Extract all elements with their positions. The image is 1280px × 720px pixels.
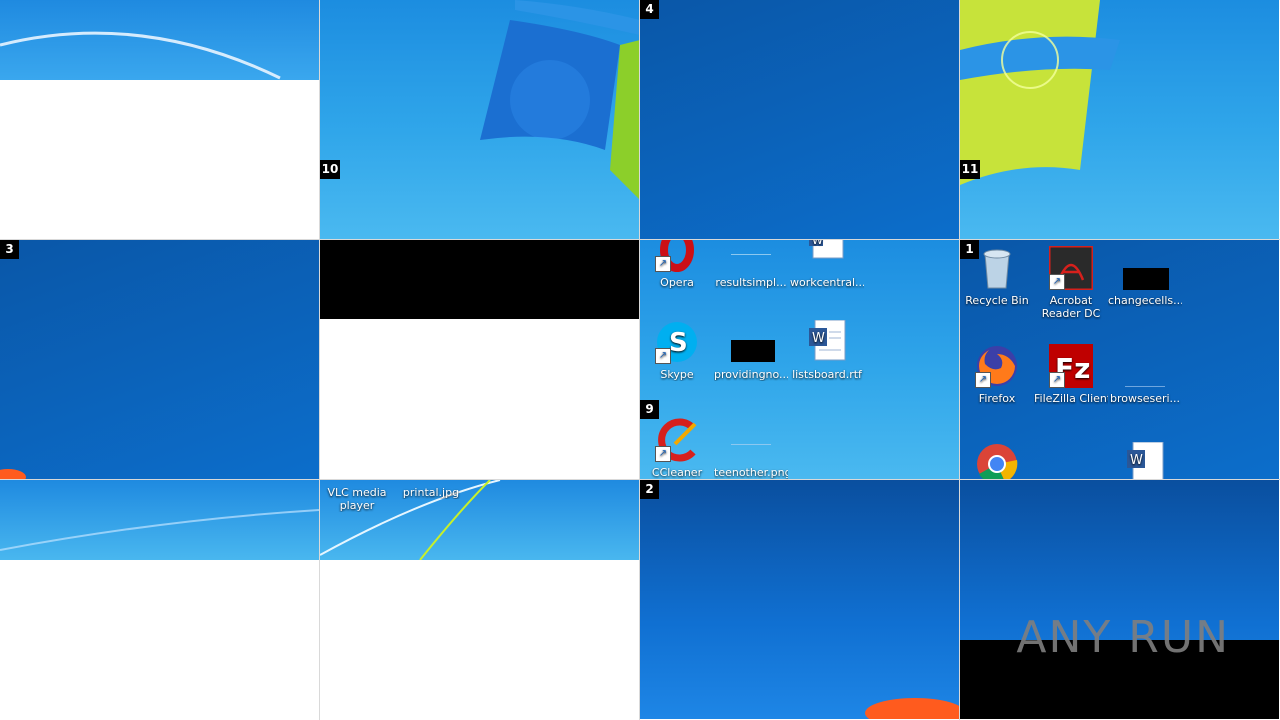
tile-r3c1 (0, 480, 319, 719)
svg-text:W: W (812, 240, 823, 247)
icon-label: FileZilla Client (1034, 392, 1108, 405)
desktop-icon-workcentral[interactable]: W workcentral.... (790, 240, 864, 289)
desktop-icon-vlc[interactable]: VLC media player (320, 486, 394, 512)
start-orb-fragment (865, 698, 959, 719)
desktop-icon-skype[interactable]: S ↗ Skype (640, 320, 714, 381)
desktop-icon-acrobat-reader[interactable]: ↗ Acrobat Reader DC (1034, 244, 1108, 320)
icon-label: Opera (660, 276, 694, 289)
black-region (320, 240, 639, 319)
screen-number-badge: 10 (320, 160, 340, 179)
icon-label: changecells... (1108, 294, 1182, 307)
tile-r1c2: 10 (320, 0, 639, 239)
tile-r2c2 (320, 240, 639, 479)
icon-label: Acrobat Reader DC (1041, 294, 1101, 320)
windows-logo-graphic (960, 0, 1120, 185)
anyrun-watermark: ANY RUN (1016, 612, 1230, 663)
desktop-wallpaper-strip (0, 480, 319, 560)
tile-r3c4 (960, 480, 1279, 719)
shortcut-arrow-icon: ↗ (1049, 274, 1065, 290)
shortcut-arrow-icon: ↗ (655, 348, 671, 364)
desktop-wallpaper-strip: VLC media player printal.jpg (320, 480, 639, 560)
desktop-icon-filezilla[interactable]: Fz ↗ FileZilla Client (1034, 344, 1108, 405)
desktop-icon-ccleaner[interactable]: ↗ CCleaner (640, 418, 714, 479)
tile-r2c1: 3 (0, 240, 319, 479)
icon-label: VLC media player (327, 486, 387, 512)
tile-r2c4: 1 Recycle Bin ↗ Acrobat Reader DC change… (960, 240, 1279, 479)
screen-number-badge: 4 (640, 0, 659, 19)
icon-label: resultsimpl... (715, 276, 787, 289)
shortcut-arrow-icon: ↗ (655, 446, 671, 462)
tile-r2c3: ↗ Opera resultsimpl... W workcentral....… (640, 240, 959, 479)
shortcut-arrow-icon: ↗ (975, 372, 991, 388)
tile-r1c3: 4 (640, 0, 959, 239)
icon-label: workcentral.... (790, 276, 864, 289)
screen-number-badge: 2 (640, 480, 659, 499)
tile-r3c2: VLC media player printal.jpg (320, 480, 639, 719)
svg-text:W: W (812, 331, 825, 346)
icon-label: listsboard.rtf (792, 368, 862, 381)
desktop-icon-firefox[interactable]: ↗ Firefox (960, 344, 1034, 405)
icon-label: CCleaner (651, 466, 703, 479)
desktop-icon-resultsimpl[interactable]: resultsimpl... (714, 240, 788, 289)
icon-label: teenother.png (714, 466, 788, 479)
start-orb-fragment (0, 469, 26, 479)
svg-text:W: W (1130, 453, 1143, 468)
tile-r1c4: 11 (960, 0, 1279, 239)
tile-r1c1 (0, 0, 319, 239)
desktop-icon-chrome[interactable] (960, 442, 1034, 479)
shortcut-arrow-icon: ↗ (655, 256, 671, 272)
shortcut-arrow-icon: ↗ (1049, 372, 1065, 388)
icon-label: Recycle Bin (965, 294, 1029, 307)
icon-label: printal.jpg (402, 486, 460, 499)
screen-number-badge: 11 (960, 160, 980, 179)
desktop-icon-teenother[interactable]: teenother.png (714, 418, 788, 479)
screen-number-badge: 9 (640, 400, 659, 419)
tile-r3c3: 2 (640, 480, 959, 719)
desktop-icon-word-document[interactable]: W (1108, 441, 1182, 479)
desktop-icon-listsboard[interactable]: W listsboard.rtf (790, 319, 864, 381)
desktop-wallpaper-strip (0, 0, 319, 80)
desktop-icon-opera[interactable]: ↗ Opera (640, 240, 714, 289)
icon-label: providingno... (714, 368, 788, 381)
desktop-icon-changecells[interactable]: changecells... (1108, 246, 1182, 307)
screen-number-badge: 3 (0, 240, 19, 259)
icon-label: Firefox (978, 392, 1016, 405)
windows-logo-graphic (480, 0, 639, 199)
icon-label: browseseri... (1109, 392, 1181, 405)
desktop-icon-printal[interactable]: printal.jpg (394, 486, 468, 499)
desktop-icon-browseseri[interactable]: browseseri... (1108, 344, 1182, 405)
desktop-icon-recycle-bin[interactable]: Recycle Bin (960, 246, 1034, 307)
desktop-icon-providingno[interactable]: providingno... (714, 320, 788, 381)
icon-label: Skype (660, 368, 694, 381)
svg-text:S: S (669, 328, 688, 358)
